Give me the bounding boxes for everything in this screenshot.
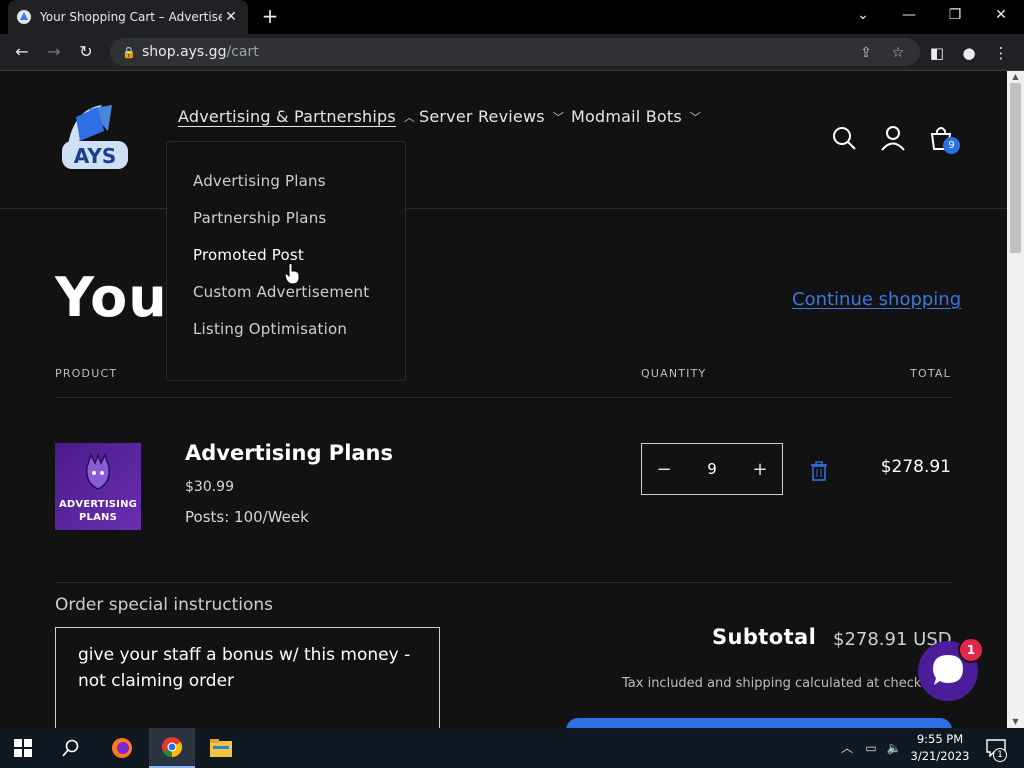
minimize-button[interactable]: — xyxy=(886,0,932,30)
firefox-icon[interactable] xyxy=(99,728,145,768)
chevron-down-icon: ﹀ xyxy=(689,110,702,124)
mascot-icon xyxy=(85,453,111,490)
product-name-link[interactable]: Advertising Plans xyxy=(185,441,393,465)
nav-server-reviews[interactable]: Server Reviews ﹀ xyxy=(419,107,564,126)
divider xyxy=(55,582,952,583)
reload-icon[interactable]: ↻ xyxy=(74,41,98,63)
continue-shopping-link[interactable]: Continue shopping xyxy=(792,289,961,310)
web-page: AYS Advertising & Partnerships ︿ Server … xyxy=(0,71,1007,728)
page-scrollbar[interactable]: ▲ ▼ xyxy=(1007,71,1024,728)
increase-quantity-button[interactable]: + xyxy=(752,459,768,480)
network-icon[interactable]: ▭ xyxy=(862,739,880,757)
chrome-icon[interactable] xyxy=(149,728,195,768)
tab-title: Your Shopping Cart – Advertise Y xyxy=(40,10,222,24)
scroll-down-icon[interactable]: ▼ xyxy=(1007,716,1024,728)
chat-unread-badge: 1 xyxy=(958,637,984,663)
restore-button[interactable]: ❐ xyxy=(932,0,978,30)
quantity-stepper: − 9 + xyxy=(641,443,783,495)
forward-arrow-icon[interactable]: → xyxy=(42,41,66,63)
url-path: /cart xyxy=(226,44,259,60)
clock-time: 9:55 PM xyxy=(916,732,964,746)
notification-count-badge: 1 xyxy=(993,748,1007,762)
browser-tab[interactable]: Your Shopping Cart – Advertise Y ✕ xyxy=(8,0,248,34)
column-header-quantity: QUANTITY xyxy=(641,367,707,380)
menu-item-partnership-plans[interactable]: Partnership Plans xyxy=(167,209,405,246)
close-window-button[interactable]: ✕ xyxy=(978,0,1024,30)
site-header: AYS Advertising & Partnerships ︿ Server … xyxy=(0,71,1007,209)
quantity-input[interactable]: 9 xyxy=(707,460,717,478)
scrollbar-thumb[interactable] xyxy=(1010,83,1021,253)
new-tab-button[interactable]: + xyxy=(260,5,280,27)
account-icon[interactable] xyxy=(880,125,906,151)
side-panel-icon[interactable]: ◧ xyxy=(926,42,948,64)
system-clock[interactable]: 9:55 PM 3/21/2023 xyxy=(905,731,975,765)
tab-search-icon[interactable]: ⌄ xyxy=(840,0,886,30)
profile-icon[interactable]: ● xyxy=(958,42,980,64)
nav-label: Advertising & Partnerships xyxy=(178,107,396,126)
scroll-up-icon[interactable]: ▲ xyxy=(1007,71,1024,83)
file-explorer-icon[interactable] xyxy=(198,728,244,768)
browser-toolbar: ← → ↻ 🔒 shop.ays.gg/cart ⇪ ☆ ◧ ● ⋮ xyxy=(0,34,1024,71)
menu-item-custom-advertisement[interactable]: Custom Advertisement xyxy=(167,283,405,320)
nav-label: Server Reviews xyxy=(419,107,545,126)
svg-text:AYS: AYS xyxy=(74,144,116,168)
trash-icon[interactable] xyxy=(810,461,828,481)
ays-logo[interactable]: AYS xyxy=(58,101,132,173)
back-arrow-icon[interactable]: ← xyxy=(10,41,34,63)
ays-favicon-icon xyxy=(17,10,31,24)
chevron-down-icon: ﹀ xyxy=(552,110,564,124)
windows-taskbar: ︿ ▭ 🔈 9:55 PM 3/21/2023 1 xyxy=(0,728,1024,768)
nav-advertising-partnerships[interactable]: Advertising & Partnerships ︿ xyxy=(178,107,415,126)
column-header-total: TOTAL xyxy=(910,367,951,380)
tax-note: Tax included and shipping calculated at … xyxy=(622,676,943,691)
cart-count-badge: 9 xyxy=(943,137,960,154)
volume-muted-icon[interactable]: 🔈 xyxy=(885,739,903,757)
advertising-dropdown-menu: Advertising Plans Partnership Plans Prom… xyxy=(166,141,406,381)
product-option: Posts: 100/Week xyxy=(185,508,309,526)
tab-close-icon[interactable]: ✕ xyxy=(222,9,240,25)
checkout-button[interactable] xyxy=(566,718,952,728)
url-host: shop.ays.gg xyxy=(142,44,227,60)
tray-chevron-up-icon[interactable]: ︿ xyxy=(838,739,856,757)
nav-label: Modmail Bots xyxy=(571,107,682,126)
clock-date: 3/21/2023 xyxy=(910,749,970,763)
column-header-product: PRODUCT xyxy=(55,367,118,380)
share-icon[interactable]: ⇪ xyxy=(856,44,876,62)
menu-item-advertising-plans[interactable]: Advertising Plans xyxy=(167,172,405,209)
instructions-label: Order special instructions xyxy=(55,595,273,615)
decrease-quantity-button[interactable]: − xyxy=(656,459,672,480)
lock-icon: 🔒 xyxy=(122,45,136,59)
address-bar[interactable]: 🔒 shop.ays.gg/cart ⇪ ☆ xyxy=(110,38,920,66)
product-image[interactable]: ADVERTISING PLANS xyxy=(55,443,141,530)
search-icon[interactable] xyxy=(48,728,94,768)
hand-cursor-icon xyxy=(284,263,300,285)
bookmark-star-icon[interactable]: ☆ xyxy=(888,44,908,62)
product-image-line1: ADVERTISING xyxy=(58,499,138,510)
chrome-menu-icon[interactable]: ⋮ xyxy=(990,42,1012,64)
subtotal-label: Subtotal xyxy=(712,625,817,649)
menu-item-listing-optimisation[interactable]: Listing Optimisation xyxy=(167,320,405,357)
divider xyxy=(55,397,952,398)
instructions-textarea[interactable]: give your staff a bonus w/ this money - … xyxy=(55,627,440,728)
windows-start-icon[interactable] xyxy=(0,728,46,768)
chevron-up-icon: ︿ xyxy=(403,110,416,124)
line-total: $278.91 xyxy=(880,457,951,477)
product-image-line2: PLANS xyxy=(78,512,117,523)
product-price: $30.99 xyxy=(185,479,234,495)
browser-tab-strip: Your Shopping Cart – Advertise Y ✕ + ⌄ —… xyxy=(0,0,1024,34)
nav-modmail-bots[interactable]: Modmail Bots ﹀ xyxy=(571,107,701,126)
search-icon[interactable] xyxy=(831,125,857,151)
